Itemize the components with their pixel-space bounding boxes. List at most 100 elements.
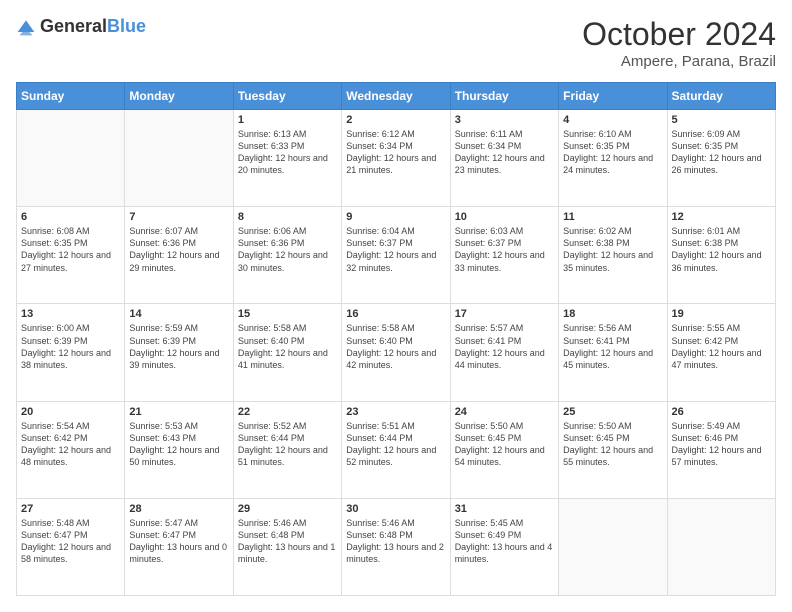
header: GeneralBlue October 2024 Ampere, Parana,… <box>16 16 776 70</box>
day-info: Sunrise: 6:04 AMSunset: 6:37 PMDaylight:… <box>346 225 445 274</box>
day-number: 12 <box>672 211 771 223</box>
day-info: Sunrise: 6:09 AMSunset: 6:35 PMDaylight:… <box>672 128 771 177</box>
day-info: Sunrise: 5:58 AMSunset: 6:40 PMDaylight:… <box>238 322 337 371</box>
logo-icon <box>16 17 36 37</box>
calendar-cell: 5 Sunrise: 6:09 AMSunset: 6:35 PMDaylight… <box>667 110 775 207</box>
day-info: Sunrise: 5:46 AMSunset: 6:48 PMDaylight:… <box>238 517 337 566</box>
day-number: 17 <box>455 308 554 320</box>
calendar-cell <box>125 110 233 207</box>
day-info: Sunrise: 6:03 AMSunset: 6:37 PMDaylight:… <box>455 225 554 274</box>
day-number: 16 <box>346 308 445 320</box>
calendar-cell: 21Sunrise: 5:53 AMSunset: 6:43 PMDayligh… <box>125 401 233 498</box>
day-number: 8 <box>238 211 337 223</box>
day-info: Sunrise: 5:48 AMSunset: 6:47 PMDaylight:… <box>21 517 120 566</box>
calendar-cell: 2Sunrise: 6:12 AMSunset: 6:34 PMDaylight… <box>342 110 450 207</box>
day-info: Sunrise: 6:13 AMSunset: 6:33 PMDaylight:… <box>238 128 337 177</box>
day-number: 24 <box>455 406 554 418</box>
calendar-cell: 11 Sunrise: 6:02 AMSunset: 6:38 PMDayligh… <box>559 207 667 304</box>
calendar-cell: 28Sunrise: 5:47 AMSunset: 6:47 PMDayligh… <box>125 498 233 595</box>
day-info: Sunrise: 6:01 AMSunset: 6:38 PMDaylight:… <box>672 225 771 274</box>
day-number: 11 <box>563 211 662 223</box>
day-number: 6 <box>21 211 120 223</box>
calendar-week-row: 1Sunrise: 6:13 AMSunset: 6:33 PMDaylight… <box>17 110 776 207</box>
day-info: Sunrise: 6:00 AMSunset: 6:39 PMDaylight:… <box>21 322 120 371</box>
calendar-table: SundayMondayTuesdayWednesdayThursdayFrid… <box>16 82 776 596</box>
calendar-cell <box>17 110 125 207</box>
calendar-cell: 10Sunrise: 6:03 AMSunset: 6:37 PMDayligh… <box>450 207 558 304</box>
calendar-header-row: SundayMondayTuesdayWednesdayThursdayFrid… <box>17 83 776 110</box>
day-info: Sunrise: 6:07 AMSunset: 6:36 PMDaylight:… <box>129 225 228 274</box>
calendar-cell: 1Sunrise: 6:13 AMSunset: 6:33 PMDaylight… <box>233 110 341 207</box>
calendar-cell: 26Sunrise: 5:49 AMSunset: 6:46 PMDayligh… <box>667 401 775 498</box>
day-number: 7 <box>129 211 228 223</box>
day-info: Sunrise: 5:50 AMSunset: 6:45 PMDaylight:… <box>455 420 554 469</box>
day-info: Sunrise: 5:59 AMSunset: 6:39 PMDaylight:… <box>129 322 228 371</box>
calendar-cell <box>559 498 667 595</box>
day-number: 2 <box>346 114 445 126</box>
calendar-cell: 24 Sunrise: 5:50 AMSunset: 6:45 PMDayligh… <box>450 401 558 498</box>
calendar-cell: 18 Sunrise: 5:56 AMSunset: 6:41 PMDayligh… <box>559 304 667 401</box>
day-number: 23 <box>346 406 445 418</box>
calendar-cell: 16 Sunrise: 5:58 AMSunset: 6:40 PMDayligh… <box>342 304 450 401</box>
calendar-cell: 27Sunrise: 5:48 AMSunset: 6:47 PMDayligh… <box>17 498 125 595</box>
day-info: Sunrise: 6:08 AMSunset: 6:35 PMDaylight:… <box>21 225 120 274</box>
day-of-week-header: Monday <box>125 83 233 110</box>
calendar-cell: 30Sunrise: 5:46 AMSunset: 6:48 PMDayligh… <box>342 498 450 595</box>
day-number: 5 <box>672 114 771 126</box>
calendar-cell: 25Sunrise: 5:50 AMSunset: 6:45 PMDayligh… <box>559 401 667 498</box>
day-number: 29 <box>238 503 337 515</box>
day-info: Sunrise: 5:52 AMSunset: 6:44 PMDaylight:… <box>238 420 337 469</box>
calendar-week-row: 13 Sunrise: 6:00 AMSunset: 6:39 PMDayligh… <box>17 304 776 401</box>
day-info: Sunrise: 5:57 AMSunset: 6:41 PMDaylight:… <box>455 322 554 371</box>
calendar-cell: 8Sunrise: 6:06 AMSunset: 6:36 PMDaylight… <box>233 207 341 304</box>
calendar-cell: 7 Sunrise: 6:07 AMSunset: 6:36 PMDaylight… <box>125 207 233 304</box>
calendar-cell: 23 Sunrise: 5:51 AMSunset: 6:44 PMDayligh… <box>342 401 450 498</box>
calendar-cell <box>667 498 775 595</box>
day-number: 15 <box>238 308 337 320</box>
calendar-cell: 13 Sunrise: 6:00 AMSunset: 6:39 PMDayligh… <box>17 304 125 401</box>
calendar-title: October 2024 <box>582 16 776 53</box>
day-info: Sunrise: 5:55 AMSunset: 6:42 PMDaylight:… <box>672 322 771 371</box>
day-info: Sunrise: 5:47 AMSunset: 6:47 PMDaylight:… <box>129 517 228 566</box>
day-number: 18 <box>563 308 662 320</box>
calendar-cell: 12 Sunrise: 6:01 AMSunset: 6:38 PMDayligh… <box>667 207 775 304</box>
day-of-week-header: Wednesday <box>342 83 450 110</box>
calendar-cell: 17 Sunrise: 5:57 AMSunset: 6:41 PMDayligh… <box>450 304 558 401</box>
day-of-week-header: Friday <box>559 83 667 110</box>
calendar-subtitle: Ampere, Parana, Brazil <box>582 53 776 70</box>
day-info: Sunrise: 5:51 AMSunset: 6:44 PMDaylight:… <box>346 420 445 469</box>
day-info: Sunrise: 5:56 AMSunset: 6:41 PMDaylight:… <box>563 322 662 371</box>
calendar-cell: 14 Sunrise: 5:59 AMSunset: 6:39 PMDayligh… <box>125 304 233 401</box>
calendar-cell: 29 Sunrise: 5:46 AMSunset: 6:48 PMDayligh… <box>233 498 341 595</box>
day-number: 20 <box>21 406 120 418</box>
calendar-cell: 20Sunrise: 5:54 AMSunset: 6:42 PMDayligh… <box>17 401 125 498</box>
calendar-week-row: 6 Sunrise: 6:08 AMSunset: 6:35 PMDaylight… <box>17 207 776 304</box>
day-of-week-header: Sunday <box>17 83 125 110</box>
calendar-cell: 22Sunrise: 5:52 AMSunset: 6:44 PMDayligh… <box>233 401 341 498</box>
day-of-week-header: Thursday <box>450 83 558 110</box>
day-number: 26 <box>672 406 771 418</box>
day-info: Sunrise: 5:46 AMSunset: 6:48 PMDaylight:… <box>346 517 445 566</box>
day-info: Sunrise: 6:11 AMSunset: 6:34 PMDaylight:… <box>455 128 554 177</box>
calendar-cell: 6 Sunrise: 6:08 AMSunset: 6:35 PMDaylight… <box>17 207 125 304</box>
day-info: Sunrise: 5:58 AMSunset: 6:40 PMDaylight:… <box>346 322 445 371</box>
day-info: Sunrise: 6:10 AMSunset: 6:35 PMDaylight:… <box>563 128 662 177</box>
day-number: 13 <box>21 308 120 320</box>
logo: GeneralBlue <box>16 16 146 37</box>
day-number: 14 <box>129 308 228 320</box>
day-number: 4 <box>563 114 662 126</box>
calendar-cell: 9 Sunrise: 6:04 AMSunset: 6:37 PMDaylight… <box>342 207 450 304</box>
day-number: 31 <box>455 503 554 515</box>
title-block: October 2024 Ampere, Parana, Brazil <box>582 16 776 70</box>
calendar-cell: 31Sunrise: 5:45 AMSunset: 6:49 PMDayligh… <box>450 498 558 595</box>
calendar-week-row: 27Sunrise: 5:48 AMSunset: 6:47 PMDayligh… <box>17 498 776 595</box>
calendar-cell: 4 Sunrise: 6:10 AMSunset: 6:35 PMDaylight… <box>559 110 667 207</box>
logo-general: GeneralBlue <box>40 16 146 37</box>
day-info: Sunrise: 5:50 AMSunset: 6:45 PMDaylight:… <box>563 420 662 469</box>
day-info: Sunrise: 5:53 AMSunset: 6:43 PMDaylight:… <box>129 420 228 469</box>
calendar-cell: 3Sunrise: 6:11 AMSunset: 6:34 PMDaylight… <box>450 110 558 207</box>
day-of-week-header: Tuesday <box>233 83 341 110</box>
day-number: 9 <box>346 211 445 223</box>
calendar-cell: 19Sunrise: 5:55 AMSunset: 6:42 PMDayligh… <box>667 304 775 401</box>
day-info: Sunrise: 6:02 AMSunset: 6:38 PMDaylight:… <box>563 225 662 274</box>
